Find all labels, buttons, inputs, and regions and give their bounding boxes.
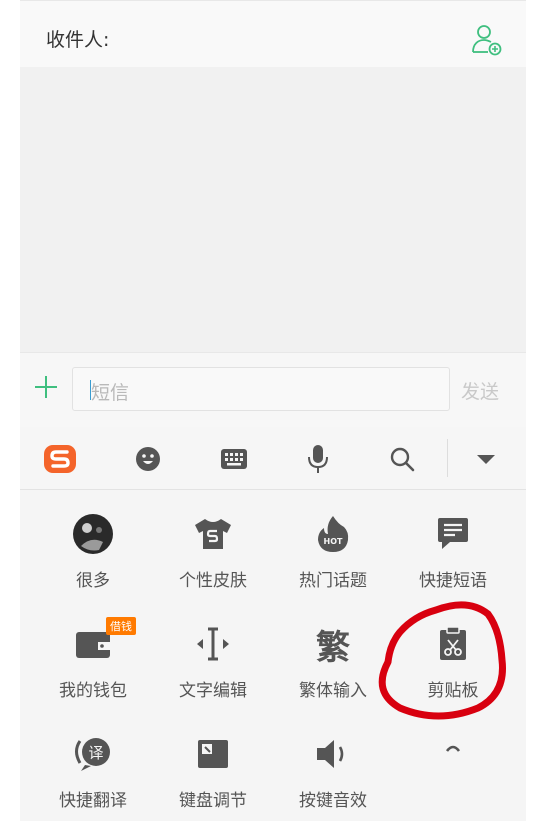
collapse-icon[interactable] bbox=[468, 441, 504, 477]
keyboard-resize-icon bbox=[189, 730, 237, 778]
attach-plus-icon[interactable] bbox=[32, 373, 60, 401]
grid-item-label: 热门话题 bbox=[299, 571, 367, 591]
recipient-bar: 收件人: bbox=[20, 0, 526, 68]
grid-item-label: 按键音效 bbox=[299, 791, 367, 811]
grid-item-text-edit[interactable]: 文字编辑 bbox=[153, 600, 273, 701]
ime-toolbar bbox=[20, 427, 526, 490]
grid-item-hot-topics[interactable]: HOT 热门话题 bbox=[273, 490, 393, 591]
toolbar-divider bbox=[447, 439, 448, 477]
grid-item-key-sound[interactable]: 按键音效 bbox=[273, 710, 393, 811]
ime-feature-grid: 很多 个性皮肤 HOT 热门话题 快捷短语 我的钱包 文字编辑 繁 繁体输入 剪… bbox=[20, 490, 526, 821]
grid-item-quick-phrases[interactable]: 快捷短语 bbox=[393, 490, 513, 591]
microphone-icon[interactable] bbox=[300, 441, 336, 477]
grid-item-clipboard[interactable]: 剪贴板 bbox=[393, 600, 513, 701]
emoji-icon[interactable] bbox=[130, 441, 166, 477]
add-contact-icon[interactable] bbox=[468, 22, 504, 58]
keyboard-icon[interactable] bbox=[216, 441, 252, 477]
grid-item-label: 剪贴板 bbox=[427, 681, 479, 701]
grid-item-skin[interactable]: 个性皮肤 bbox=[153, 490, 273, 591]
grid-item-label: 键盘调节 bbox=[179, 791, 247, 811]
sogou-logo-icon[interactable] bbox=[42, 441, 78, 477]
partial-arc-icon bbox=[429, 730, 477, 778]
grid-item-quick-translate[interactable]: 译 快捷翻译 bbox=[33, 710, 153, 811]
hot-flame-icon: HOT bbox=[309, 510, 357, 558]
translate-glyph: 译 bbox=[88, 744, 103, 762]
loan-badge: 借钱 bbox=[106, 617, 136, 635]
svg-text:HOT: HOT bbox=[324, 537, 343, 546]
grid-item-keyboard-adjust[interactable]: 键盘调节 bbox=[153, 710, 273, 811]
grid-item-label: 很多 bbox=[76, 571, 110, 591]
traditional-glyph: 繁 bbox=[316, 627, 350, 668]
clipboard-icon bbox=[429, 620, 477, 668]
message-body-area[interactable] bbox=[20, 67, 526, 352]
traditional-glyph-icon: 繁 bbox=[309, 620, 357, 668]
recipient-label: 收件人: bbox=[46, 29, 110, 51]
grid-item-traditional-input[interactable]: 繁 繁体输入 bbox=[273, 600, 393, 702]
grid-item-label: 我的钱包 bbox=[59, 681, 127, 701]
grid-item-label: 文字编辑 bbox=[179, 681, 247, 701]
grid-item-label: 个性皮肤 bbox=[179, 571, 247, 591]
speaker-icon bbox=[309, 730, 357, 778]
composer-bar: 短信 发送 bbox=[20, 352, 526, 428]
text-cursor-icon bbox=[189, 620, 237, 668]
avatar-icon bbox=[69, 510, 117, 558]
grid-item-label: 繁体输入 bbox=[299, 681, 367, 701]
grid-item-wallet[interactable]: 我的钱包 bbox=[33, 600, 153, 701]
sms-compose-screen: 收件人: 短信 发送 很多 个性皮肤 HOT 热门话题 快捷短语 我的钱包 文字… bbox=[20, 0, 526, 821]
grid-item-more[interactable] bbox=[393, 710, 513, 810]
send-button[interactable]: 发送 bbox=[461, 377, 499, 404]
grid-item-label: 快捷翻译 bbox=[59, 791, 127, 811]
message-bubble-icon bbox=[429, 510, 477, 558]
grid-item-henduo[interactable]: 很多 bbox=[33, 490, 153, 591]
tshirt-icon bbox=[189, 510, 237, 558]
sms-input-placeholder: 短信 bbox=[91, 382, 130, 404]
translate-icon: 译 bbox=[69, 730, 117, 778]
search-icon[interactable] bbox=[384, 441, 420, 477]
sms-input[interactable]: 短信 bbox=[72, 367, 450, 411]
grid-item-label: 快捷短语 bbox=[419, 571, 487, 591]
